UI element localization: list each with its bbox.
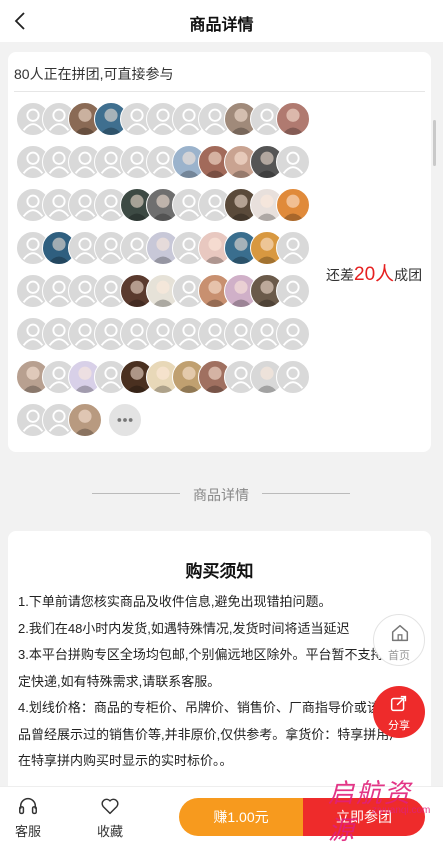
notice-line: 1.下单前请您核实商品及收件信息,避免出现错拍问题。 bbox=[18, 594, 332, 609]
default-avatar-icon bbox=[276, 274, 310, 308]
customer-service-tab[interactable]: 客服 bbox=[8, 795, 48, 840]
participant-avatar-icon bbox=[276, 188, 310, 222]
scrollbar[interactable] bbox=[433, 120, 436, 166]
participant-avatar-icon bbox=[68, 403, 102, 437]
notice-line: 在特享拼内购买时显示的实时标价。。 bbox=[18, 753, 233, 768]
notice-body: 1.下单前请您核实商品及收件信息,避免出现错拍问题。 2.我们在48小时内发货,… bbox=[18, 589, 421, 775]
remain-prefix: 还差 bbox=[326, 267, 354, 283]
default-avatar-icon bbox=[276, 145, 310, 179]
section-divider-label: 商品详情 bbox=[193, 487, 249, 503]
home-float-button[interactable]: 首页 bbox=[373, 614, 425, 666]
favorite-tab[interactable]: 收藏 bbox=[90, 795, 130, 840]
headset-icon bbox=[19, 798, 37, 815]
notice-line: 4.划线价格：商品的专柜价、吊牌价、销售价、厂商指导价或该商 bbox=[18, 700, 393, 715]
customer-service-label: 客服 bbox=[14, 824, 41, 839]
remain-count: 20人 bbox=[354, 264, 395, 285]
home-icon bbox=[391, 624, 409, 642]
remaining-count-text: 还差20人成团 bbox=[326, 259, 422, 286]
favorite-label: 收藏 bbox=[96, 824, 123, 839]
default-avatar-icon bbox=[276, 231, 310, 265]
share-float-button[interactable]: 分享 bbox=[373, 686, 425, 738]
more-participants-icon[interactable] bbox=[108, 403, 142, 437]
remain-suffix: 成团 bbox=[394, 267, 423, 283]
home-float-label: 首页 bbox=[388, 650, 410, 662]
notice-line: 品曾经展示过的销售价等,并非原价,仅供参考。拿货价：特享拼用户 bbox=[18, 726, 403, 742]
section-divider: 商品详情 bbox=[0, 485, 443, 503]
heart-icon bbox=[101, 798, 119, 815]
share-float-label: 分享 bbox=[388, 720, 410, 732]
default-avatar-icon bbox=[276, 317, 310, 351]
top-nav-bar: 商品详情 bbox=[0, 0, 443, 42]
share-icon bbox=[390, 695, 407, 712]
purchase-notice-card: 购买须知 1.下单前请您核实商品及收件信息,避免出现错拍问题。 2.我们在48小… bbox=[8, 531, 431, 791]
notice-line: 2.我们在48小时内发货,如遇特殊情况,发货时间将适当延迟 bbox=[18, 620, 350, 636]
divider-line-right bbox=[262, 493, 350, 494]
watermark-sub-text: ziyuanqi.com bbox=[372, 805, 431, 816]
notice-line: 3.本平台拼购专区全场均包邮,个别偏远地区除外。平台暂不支持指 bbox=[18, 647, 397, 662]
participant-avatar-icon bbox=[276, 102, 310, 136]
watermark-logo: 启航资源 ziyuanqi.com bbox=[328, 773, 436, 846]
default-avatar-icon bbox=[276, 360, 310, 394]
notice-line: 定快递,如有特殊需求,请联系客服。 bbox=[18, 673, 221, 689]
divider-line bbox=[14, 91, 425, 92]
group-buy-card: 80人正在拼团,可直接参与 还差20人成团 bbox=[8, 52, 431, 452]
notice-title: 购买须知 bbox=[185, 562, 254, 581]
group-participants-text: 80人正在拼团,可直接参与 bbox=[14, 66, 174, 82]
divider-line-left bbox=[92, 493, 180, 494]
page-title: 商品详情 bbox=[189, 17, 254, 34]
earn-commission-button[interactable]: 赚1.00元 bbox=[179, 798, 303, 836]
participant-avatar-grid bbox=[16, 102, 316, 447]
